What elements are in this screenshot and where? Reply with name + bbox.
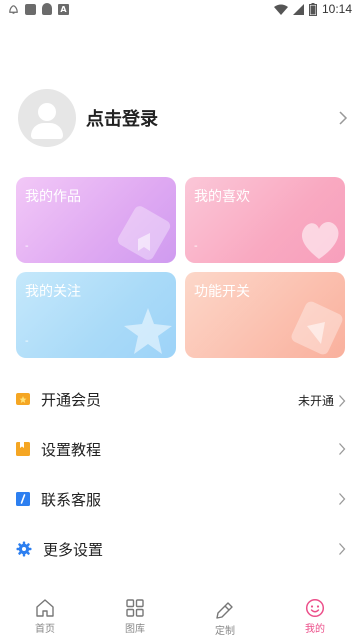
status-left-icons: A — [8, 3, 69, 15]
image-icon — [25, 3, 36, 15]
chevron-right-icon — [339, 543, 346, 555]
nav-customize[interactable]: 定制 — [180, 592, 270, 640]
menu-label: 设置教程 — [41, 440, 102, 459]
works-decor-icon — [117, 206, 171, 260]
tutorial-icon — [16, 442, 30, 456]
profile-login-row[interactable]: 点击登录 — [18, 88, 348, 148]
card-count: - — [194, 241, 198, 252]
menu-item-vip[interactable]: 开通会员 未开通 — [16, 384, 346, 414]
menu-label: 开通会员 — [41, 390, 102, 409]
nav-label: 定制 — [215, 626, 235, 637]
storage-icon — [42, 3, 52, 15]
menu-item-more-settings[interactable]: 更多设置 — [16, 534, 346, 564]
login-label[interactable]: 点击登录 — [86, 105, 158, 131]
card-title: 我的关注 — [25, 284, 81, 300]
nav-label: 图库 — [125, 624, 145, 635]
nav-gallery[interactable]: 图库 — [90, 592, 180, 640]
profile-icon — [305, 598, 325, 618]
nav-label: 我的 — [305, 624, 325, 635]
avatar-placeholder-icon[interactable] — [18, 89, 76, 147]
bottom-nav: 首页 图库 定制 我的 — [0, 592, 360, 640]
signal-icon — [292, 3, 304, 15]
status-time: 10:14 — [321, 2, 352, 16]
notification-icon — [9, 4, 18, 14]
status-right-icons: 10:14 — [273, 2, 352, 16]
service-icon — [16, 492, 30, 506]
status-bar: A 10:14 — [0, 0, 360, 20]
battery-icon — [308, 2, 317, 16]
customize-icon — [216, 602, 233, 619]
vip-icon — [16, 393, 30, 405]
settings-icon — [16, 541, 32, 557]
card-my-follows[interactable]: 我的关注 - — [16, 272, 176, 358]
card-feature-switch[interactable]: 功能开关 — [185, 272, 345, 358]
card-title: 我的喜欢 — [194, 189, 250, 205]
wifi-icon — [273, 4, 288, 15]
card-count: - — [25, 336, 29, 347]
vip-status: 未开通 — [297, 394, 334, 408]
a-icon: A — [58, 3, 69, 15]
menu-item-customer-service[interactable]: 联系客服 — [16, 484, 346, 514]
star-decor-icon — [124, 308, 172, 354]
chevron-right-icon — [339, 493, 346, 505]
menu-label: 联系客服 — [41, 490, 102, 509]
gallery-icon — [126, 599, 144, 617]
heart-decor-icon — [301, 222, 339, 259]
nav-label: 首页 — [35, 624, 55, 635]
chevron-right-icon[interactable] — [338, 110, 348, 126]
card-title: 功能开关 — [194, 284, 250, 300]
menu-label: 更多设置 — [43, 540, 104, 559]
home-icon — [36, 599, 54, 617]
card-my-works[interactable]: 我的作品 - — [16, 177, 176, 263]
card-count: - — [25, 241, 29, 252]
card-my-likes[interactable]: 我的喜欢 - — [185, 177, 345, 263]
nav-home[interactable]: 首页 — [0, 592, 90, 640]
nav-profile[interactable]: 我的 — [270, 592, 360, 640]
chevron-right-icon — [339, 394, 346, 407]
switch-decor-icon — [291, 301, 343, 355]
chevron-right-icon — [339, 443, 346, 455]
menu-item-tutorial[interactable]: 设置教程 — [16, 434, 346, 464]
card-title: 我的作品 — [25, 189, 81, 205]
